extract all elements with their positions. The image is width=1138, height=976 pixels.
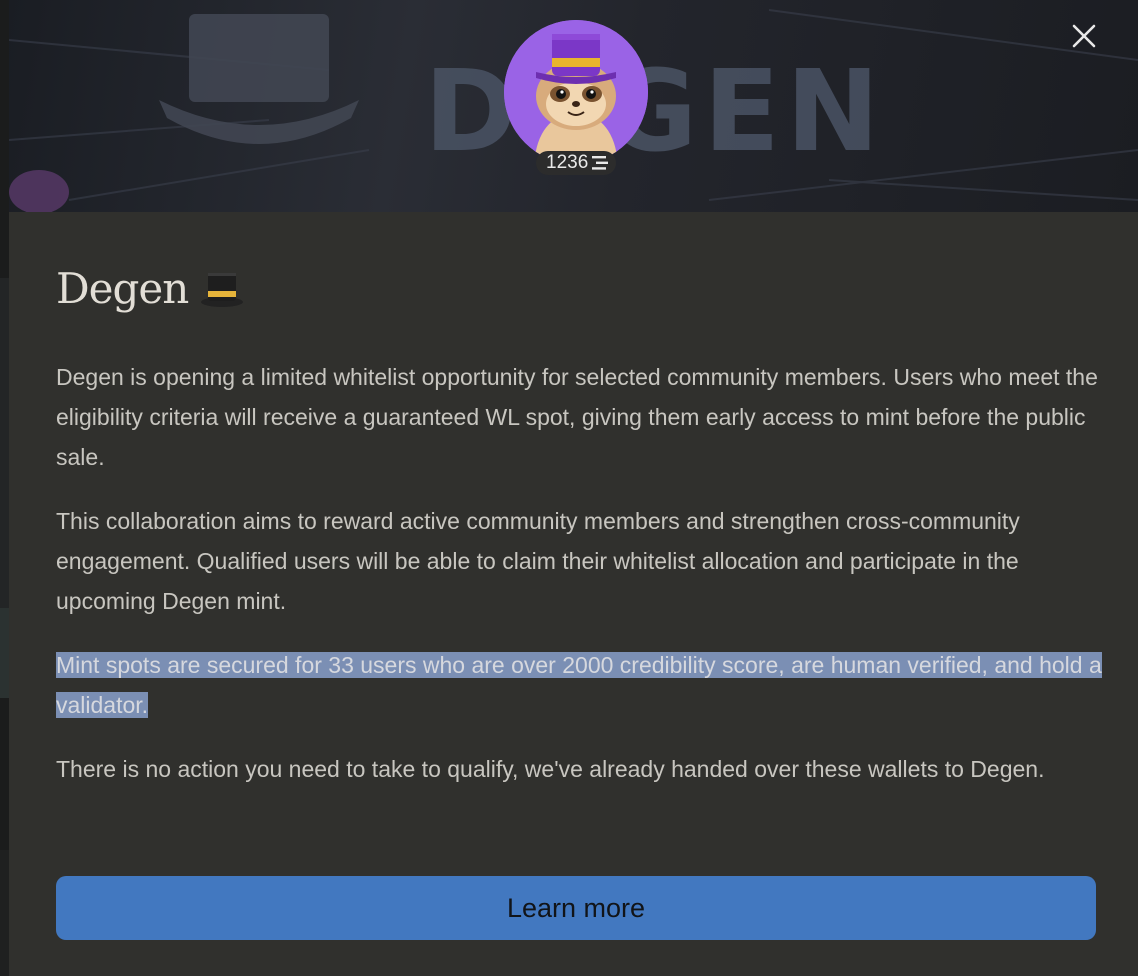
banner-brand-text: DEGEN [424, 47, 886, 177]
avatar [504, 20, 648, 164]
learn-more-button[interactable]: Learn more [56, 876, 1096, 940]
sloth-avatar-icon [504, 20, 648, 164]
banner-image: DEGEN 1236 [9, 0, 1138, 212]
backdrop-stripe [0, 850, 9, 976]
score-badge: 1236 [536, 151, 617, 175]
project-modal: DEGEN 1236 Degen Degen is opening a limi… [9, 0, 1138, 976]
paragraph: This collaboration aims to reward active… [56, 508, 1020, 614]
title-row: Degen [56, 264, 244, 313]
paragraph: Degen is opening a limited whitelist opp… [56, 364, 1098, 470]
banner-top-hat-icon [159, 14, 359, 144]
top-hat-emoji-icon [201, 272, 244, 307]
close-icon [1072, 24, 1096, 48]
close-button[interactable] [1070, 22, 1098, 50]
backdrop-stripe [0, 278, 9, 608]
selected-text: Mint spots are secured for 33 users who … [56, 652, 1102, 718]
score-value: 1236 [546, 152, 589, 173]
description: Degen is opening a limited whitelist opp… [56, 357, 1106, 813]
paragraph: There is no action you need to take to q… [56, 756, 1045, 782]
page-title: Degen [56, 264, 189, 313]
paragraph-selected: Mint spots are secured for 33 users who … [56, 645, 1106, 725]
page-backdrop [0, 0, 9, 976]
backdrop-stripe [0, 608, 9, 698]
stacked-lines-icon [592, 156, 609, 170]
